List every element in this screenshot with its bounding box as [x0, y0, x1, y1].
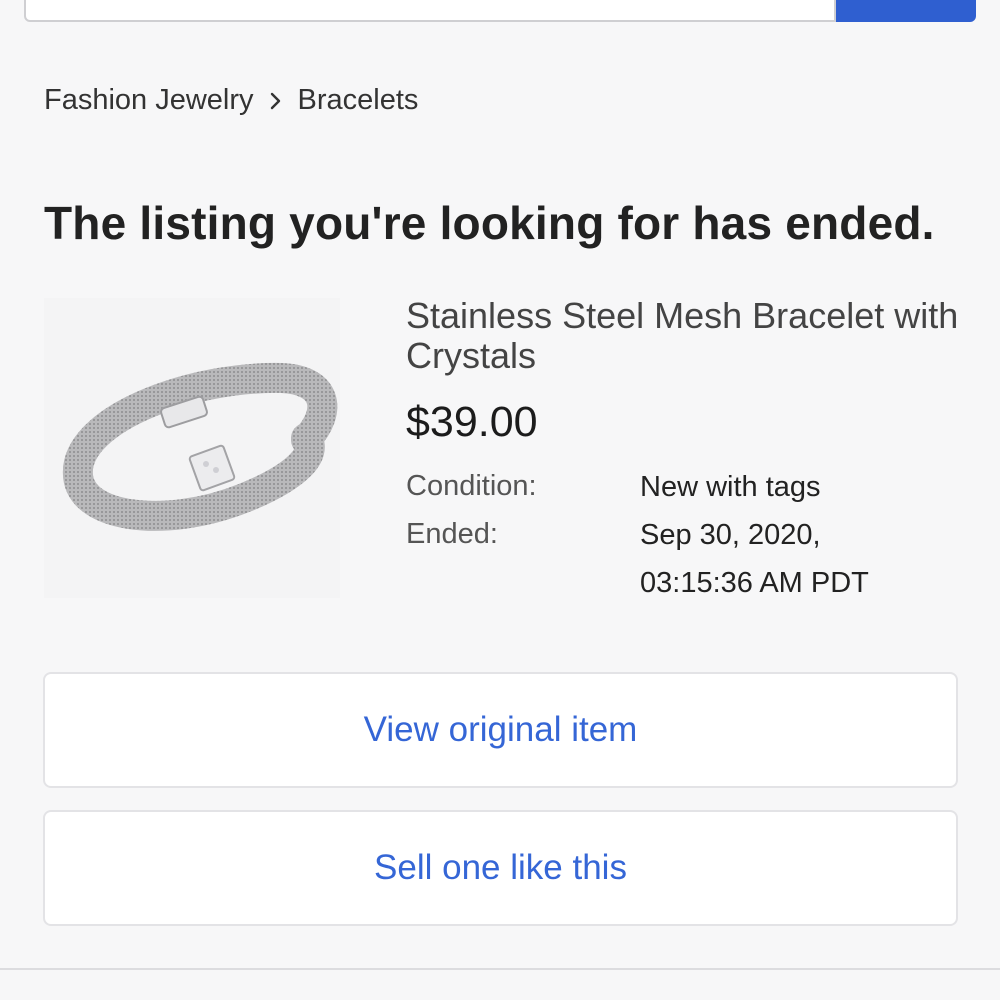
divider	[0, 968, 1000, 970]
item-image[interactable]	[44, 298, 340, 598]
ended-time: 03:15:36 AM PDT	[640, 567, 869, 599]
breadcrumb: Fashion Jewelry Bracelets	[44, 84, 418, 117]
condition-label: Condition:	[406, 470, 537, 502]
view-original-item-button[interactable]: View original item	[43, 672, 958, 788]
sell-one-like-this-button[interactable]: Sell one like this	[43, 810, 958, 926]
ended-value: Sep 30, 2020, 03:15:36 AM PDT	[640, 511, 869, 607]
ended-date: Sep 30, 2020,	[640, 519, 821, 551]
bracelet-icon	[63, 362, 338, 531]
chevron-right-icon	[254, 84, 298, 117]
item-price: $39.00	[406, 398, 538, 446]
search-button[interactable]	[836, 0, 976, 22]
page-title: The listing you're looking for has ended…	[44, 197, 935, 249]
ended-label: Ended:	[406, 518, 498, 550]
search-input[interactable]	[24, 0, 836, 22]
breadcrumb-item-fashion-jewelry[interactable]: Fashion Jewelry	[44, 84, 254, 117]
condition-value: New with tags	[640, 471, 821, 503]
item-title-link[interactable]: Stainless Steel Mesh Bracelet with Cryst…	[406, 296, 966, 376]
breadcrumb-item-bracelets[interactable]: Bracelets	[298, 84, 419, 117]
